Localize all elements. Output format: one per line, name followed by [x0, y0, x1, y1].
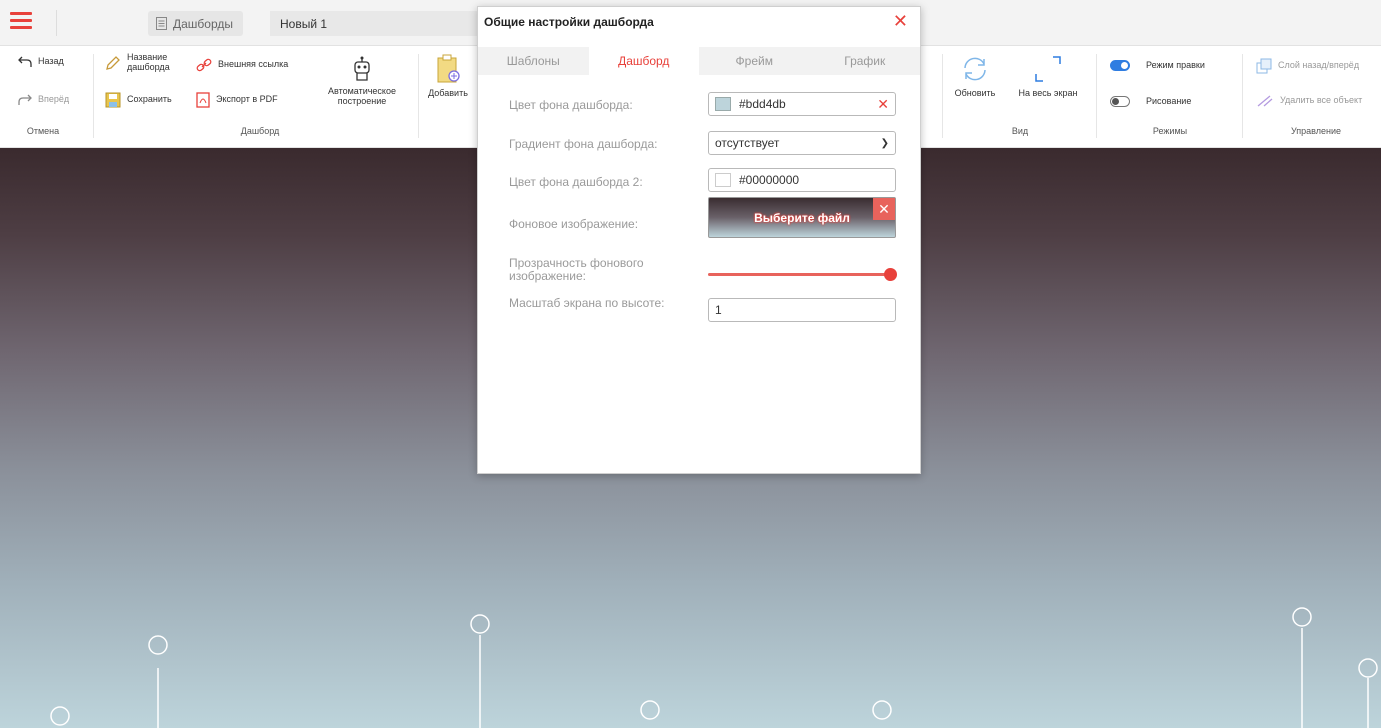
gradient-label: Градиент фона дашборда:: [509, 137, 658, 151]
divider: [56, 10, 57, 36]
color-swatch-icon: [715, 97, 731, 111]
external-link-button[interactable]: Внешняя ссылка: [196, 58, 288, 72]
edit-mode-toggle[interactable]: Режим правки: [1110, 60, 1205, 71]
current-dashboard-tab[interactable]: Новый 1: [270, 11, 480, 36]
dialog-body: Цвет фона дашборда: #bdd4db ✕ Градиент ф…: [478, 75, 920, 473]
divider: [1096, 54, 1097, 138]
close-icon[interactable]: ✕: [893, 11, 908, 31]
add-widget-icon: [437, 54, 460, 83]
drawing-label: Рисование: [1146, 95, 1192, 106]
pencil-icon: [106, 55, 120, 70]
gradient-select[interactable]: отсутствует ❯: [708, 131, 896, 155]
layers-icon: [1256, 58, 1272, 74]
refresh-icon: [964, 57, 986, 81]
back-label: Назад: [38, 56, 64, 67]
tab-dashboard[interactable]: Дашборд: [588, 47, 699, 75]
dialog-title: Общие настройки дашборда: [484, 15, 654, 29]
view-group-label: Вид: [1011, 126, 1029, 136]
bg-color2-field[interactable]: #00000000: [708, 168, 896, 192]
toggle-off-icon: [1110, 96, 1130, 107]
delete-all-button[interactable]: Удалить все объект: [1256, 94, 1362, 108]
tab-chart[interactable]: График: [810, 47, 921, 75]
link-icon: [196, 58, 212, 72]
export-pdf-button[interactable]: Экспорт в PDF: [196, 92, 278, 108]
bg-color2-value: #00000000: [739, 173, 800, 187]
fullscreen-button[interactable]: На весь экран: [1008, 54, 1088, 99]
layer-order-button[interactable]: Слой назад/вперёд: [1256, 58, 1359, 74]
tab-frame[interactable]: Фрейм: [699, 47, 810, 75]
divider: [942, 54, 943, 138]
drawing-toggle[interactable]: Рисование: [1110, 96, 1191, 107]
save-button[interactable]: Сохранить: [105, 92, 172, 108]
robot-icon: [354, 56, 370, 81]
color-swatch-icon: [715, 173, 731, 187]
modes-group-label: Режимы: [1152, 126, 1188, 136]
fullscreen-icon: [1035, 56, 1061, 82]
dashboard-settings-dialog: Общие настройки дашборда ✕ Шаблоны Дашбо…: [477, 6, 921, 474]
bg-color-value: #bdd4db: [739, 97, 786, 111]
toggle-on-icon: [1110, 60, 1130, 71]
save-label: Сохранить: [127, 94, 172, 105]
chevron-down-icon: ❯: [880, 137, 889, 149]
add-label: Добавить: [428, 88, 468, 98]
bg-color-field[interactable]: #bdd4db ✕: [708, 92, 896, 116]
current-dashboard-tab-label: Новый 1: [280, 16, 328, 31]
choose-file-button[interactable]: Выберите файл ✕: [708, 197, 896, 238]
hamburger-menu-icon[interactable]: [10, 12, 32, 30]
opacity-slider[interactable]: [708, 268, 897, 281]
export-pdf-label: Экспорт в PDF: [216, 94, 278, 105]
auto-build-button[interactable]: Автоматическое построение: [322, 56, 402, 107]
dashboard-group-label: Дашборд: [240, 126, 280, 136]
layer-order-label: Слой назад/вперёд: [1278, 60, 1360, 71]
refresh-button[interactable]: Обновить: [950, 54, 1000, 99]
forward-button[interactable]: Вперёд: [18, 94, 69, 106]
undo-icon: [18, 56, 32, 67]
slider-track: [708, 273, 896, 276]
refresh-label: Обновить: [954, 88, 996, 98]
pdf-icon: [196, 92, 210, 108]
dashboard-name-label: Название дашборда: [127, 52, 170, 72]
fullscreen-label: На весь экран: [1018, 88, 1078, 98]
bg-color2-label: Цвет фона дашборда 2:: [509, 175, 643, 189]
scale-value: 1: [715, 303, 722, 317]
scale-input[interactable]: 1: [708, 298, 896, 322]
redo-icon: [18, 94, 32, 105]
scale-label: Масштаб экрана по высоте:: [509, 296, 665, 310]
bg-image-label: Фоновое изображение:: [509, 217, 639, 231]
auto-build-label: Автоматическое построение: [327, 86, 396, 106]
edit-mode-label: Режим правки: [1146, 59, 1205, 70]
opacity-label: Прозрачность фонового изображение:: [509, 256, 644, 283]
manage-group-label: Управление: [1290, 126, 1342, 136]
dashboards-tab-label: Дашборды: [173, 16, 233, 31]
eraser-icon: [1257, 95, 1273, 107]
undo-group-label: Отмена: [26, 126, 60, 136]
remove-image-icon[interactable]: ✕: [873, 198, 895, 220]
dashboards-tab[interactable]: Дашборды: [148, 11, 243, 36]
choose-file-label: Выберите файл: [754, 210, 850, 225]
add-button[interactable]: Добавить: [424, 54, 472, 99]
dashboard-name-button[interactable]: Название дашборда: [105, 52, 170, 73]
save-icon: [105, 92, 121, 108]
gradient-value: отсутствует: [715, 136, 780, 150]
forward-label: Вперёд: [38, 94, 70, 105]
external-link-label: Внешняя ссылка: [218, 59, 289, 70]
dialog-tabs: Шаблоны Дашборд Фрейм График: [478, 47, 920, 75]
dashboard-list-icon: [156, 17, 167, 30]
divider: [418, 54, 419, 138]
back-button[interactable]: Назад: [18, 56, 64, 68]
slider-thumb[interactable]: [884, 268, 897, 281]
divider: [1242, 54, 1243, 138]
tab-templates[interactable]: Шаблоны: [478, 47, 589, 75]
divider: [93, 54, 94, 138]
clear-color-icon[interactable]: ✕: [877, 96, 889, 113]
delete-all-label: Удалить все объект: [1280, 95, 1363, 106]
bg-color-label: Цвет фона дашборда:: [509, 98, 633, 112]
